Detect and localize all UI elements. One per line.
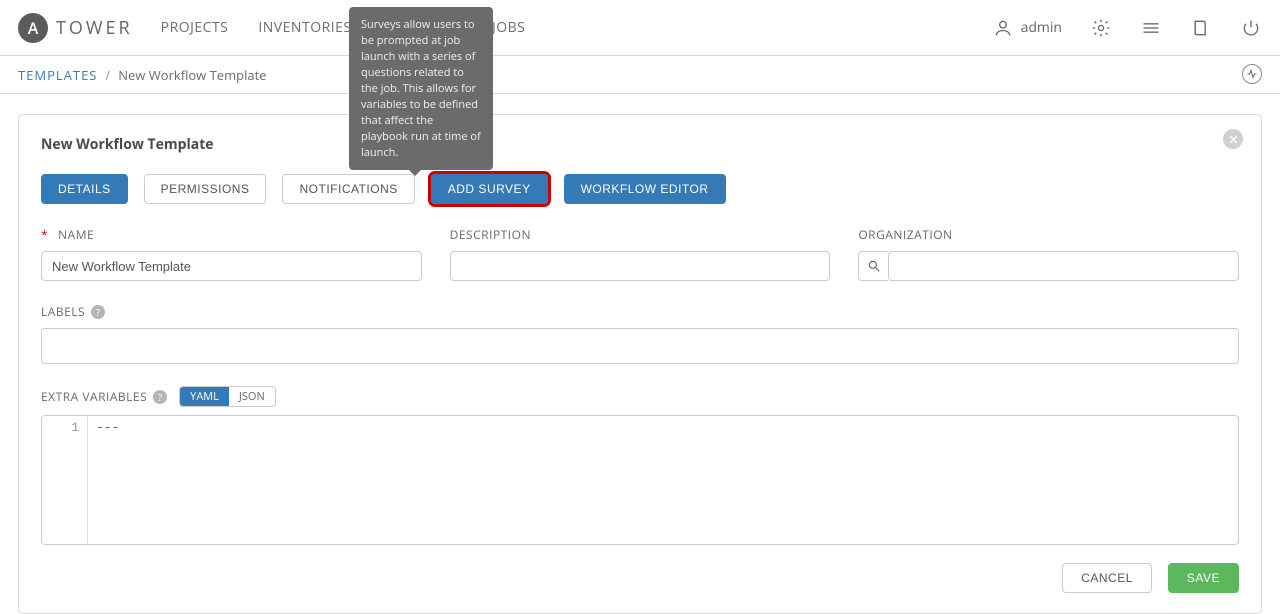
extra-vars-editor[interactable]: 1 --- [41,415,1239,545]
brand[interactable]: A TOWER [18,13,133,43]
power-icon[interactable] [1240,17,1262,39]
main-nav: PROJECTS INVENTORIES TEMPLATES JOBS [161,18,993,37]
toggle-yaml[interactable]: YAML [180,387,229,406]
panel-title: New Workflow Template [41,135,1239,154]
field-organization: ORGANIZATION [858,226,1239,281]
vars-format-toggle: YAML JSON [179,386,276,407]
toggle-json[interactable]: JSON [229,387,275,406]
nav-inventories[interactable]: INVENTORIES [258,18,351,37]
extra-vars-help-icon[interactable]: ? [153,390,167,404]
brand-name: TOWER [56,16,133,40]
field-name: * NAME [41,226,422,281]
field-labels: LABELS ? [41,303,1239,364]
workflow-template-panel: New Workflow Template DETAILS PERMISSION… [18,114,1262,614]
activity-stream-icon[interactable] [1242,64,1262,84]
editor-gutter: 1 [42,416,88,544]
name-input[interactable] [41,251,422,281]
user-icon [993,18,1013,38]
tab-notifications[interactable]: NOTIFICATIONS [282,174,414,204]
field-description: DESCRIPTION [450,226,831,281]
breadcrumb: TEMPLATES / New Workflow Template [0,56,1280,94]
top-navbar: A TOWER PROJECTS INVENTORIES TEMPLATES J… [0,0,1280,56]
form-footer: CANCEL SAVE [41,563,1239,593]
settings-icon[interactable] [1090,17,1112,39]
labels-label: LABELS [41,303,85,320]
description-label: DESCRIPTION [450,226,531,243]
extra-vars-label: EXTRA VARIABLES [41,388,147,405]
labels-help-icon[interactable]: ? [91,305,105,319]
tab-details[interactable]: DETAILS [41,174,128,204]
organization-lookup-button[interactable] [858,251,888,281]
docs-icon[interactable] [1190,17,1212,39]
panel-close-button[interactable] [1223,129,1243,149]
labels-input[interactable] [41,328,1239,364]
tab-row: DETAILS PERMISSIONS NOTIFICATIONS ADD SU… [41,174,1239,204]
nav-projects[interactable]: PROJECTS [161,18,229,37]
tab-permissions[interactable]: PERMISSIONS [144,174,267,204]
nav-jobs[interactable]: JOBS [492,18,525,37]
save-button[interactable]: SAVE [1168,563,1239,593]
organization-input[interactable] [888,251,1239,281]
breadcrumb-current: New Workflow Template [118,66,266,84]
user-chip[interactable]: admin [993,18,1062,38]
required-star: * [41,226,48,243]
brand-logo: A [18,13,48,43]
nav-right: admin [993,17,1262,39]
description-input[interactable] [450,251,831,281]
breadcrumb-root[interactable]: TEMPLATES [18,66,97,84]
user-name: admin [1021,18,1062,37]
breadcrumb-sep: / [105,66,110,84]
tooltip-add-survey: Surveys allow users to be prompted at jo… [349,7,493,170]
editor-content[interactable]: --- [88,416,127,544]
cancel-button[interactable]: CANCEL [1062,563,1152,593]
menu-icon[interactable] [1140,17,1162,39]
name-label: NAME [58,226,94,243]
workflow-editor-button[interactable]: WORKFLOW EDITOR [564,174,726,204]
organization-label: ORGANIZATION [858,226,952,243]
field-extra-variables: EXTRA VARIABLES ? YAML JSON 1 --- [41,386,1239,545]
search-icon [867,259,881,273]
add-survey-button[interactable]: ADD SURVEY [431,174,548,204]
